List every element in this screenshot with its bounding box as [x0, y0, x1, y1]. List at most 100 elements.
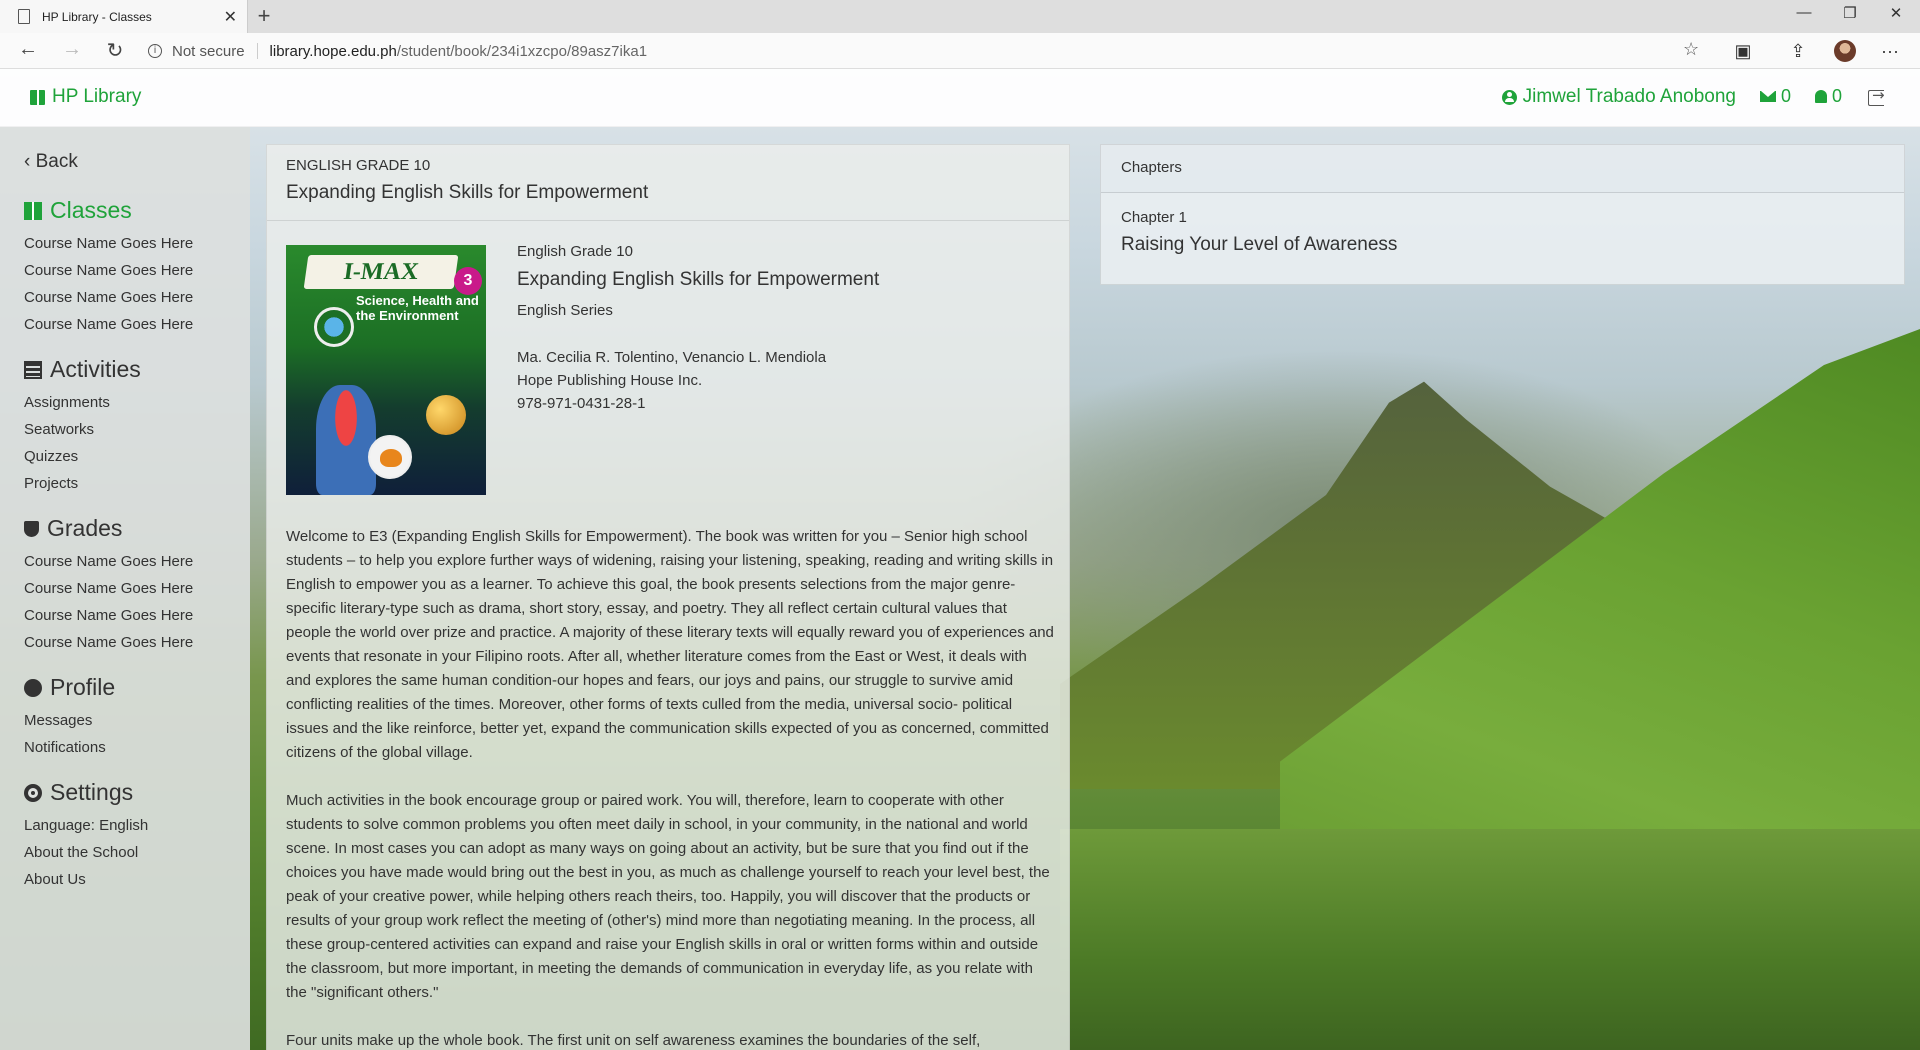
chapter-title: Raising Your Level of Awareness	[1121, 234, 1398, 255]
anatomy-graphic	[316, 385, 376, 495]
brand-name: HP Library	[52, 86, 142, 107]
sidebar-item-language[interactable]: Language: English	[24, 812, 226, 839]
user-circle-icon	[1501, 89, 1517, 105]
sidebar-item-class[interactable]: Course Name Goes Here	[24, 257, 226, 284]
cover-number: 3	[454, 267, 482, 295]
book-icon	[30, 89, 45, 105]
browser-tab[interactable]: HP Library - Classes ✕	[0, 0, 248, 33]
book-panel-header: ENGLISH GRADE 10 Expanding English Skill…	[267, 145, 1069, 221]
chapter-item[interactable]: Chapter 1 Raising Your Level of Awarenes…	[1101, 193, 1904, 272]
sidebar-item-seatworks[interactable]: Seatworks	[24, 416, 226, 443]
profile-avatar[interactable]	[1834, 40, 1856, 62]
url-field[interactable]: i Not secure library.hope.edu.ph/student…	[148, 38, 1718, 64]
forward-arrow-icon[interactable]: →	[58, 38, 86, 61]
sidebar-item-about-us[interactable]: About Us	[24, 866, 226, 893]
book-panel-grade: ENGLISH GRADE 10	[286, 157, 431, 174]
list-icon	[24, 360, 42, 379]
page-icon	[18, 9, 30, 24]
messages-count: 0	[1781, 86, 1792, 106]
settings-section: Settings Language: English About the Sch…	[24, 779, 226, 893]
cover-badge: I-MAX	[303, 255, 459, 289]
restore-icon[interactable]: ❐	[1838, 4, 1862, 22]
description-paragraph: Four units make up the whole book. The f…	[286, 1032, 981, 1049]
info-icon[interactable]: i	[148, 44, 162, 58]
planet-graphic	[426, 395, 466, 435]
trophy-icon	[24, 520, 39, 537]
sidebar-item-class[interactable]: Course Name Goes Here	[24, 230, 226, 257]
notifications-link[interactable]: 0	[1815, 86, 1842, 107]
activities-label: Activities	[50, 356, 141, 382]
sidebar-item-grade[interactable]: Course Name Goes Here	[24, 602, 226, 629]
chapters-header: Chapters	[1101, 145, 1904, 193]
book-grade: English Grade 10	[517, 243, 633, 260]
background-field	[1060, 829, 1920, 1050]
sidebar-item-messages[interactable]: Messages	[24, 707, 226, 734]
sidebar: ‹ Back Classes Course Name Goes Here Cou…	[0, 127, 250, 1050]
divider	[256, 43, 258, 59]
grades-section: Grades Course Name Goes Here Course Name…	[24, 515, 226, 656]
profile-title[interactable]: Profile	[24, 674, 226, 701]
top-navbar: HP Library Jimwel Trabado Anobong 0 0	[0, 69, 1920, 127]
address-bar: ← → ↻ i Not secure library.hope.edu.ph/s…	[0, 33, 1920, 69]
activities-section: Activities Assignments Seatworks Quizzes…	[24, 356, 226, 497]
globe-graphic	[314, 307, 354, 347]
grades-title[interactable]: Grades	[24, 515, 226, 542]
share-icon[interactable]: ⇪	[1788, 41, 1808, 61]
more-icon[interactable]: ···	[1880, 41, 1900, 61]
new-tab-icon[interactable]: +	[252, 3, 276, 29]
profile-section: Profile Messages Notifications	[24, 674, 226, 761]
description-paragraph: Much activities in the book encourage gr…	[286, 792, 1050, 1001]
gear-icon	[24, 783, 42, 802]
sidebar-item-class[interactable]: Course Name Goes Here	[24, 284, 226, 311]
logout-icon[interactable]	[1868, 86, 1885, 106]
cover-subtitle: Science, Health and the Environment	[356, 293, 479, 323]
user-name: Jimwel Trabado Anobong	[1522, 86, 1736, 107]
sidebar-item-notifications[interactable]: Notifications	[24, 734, 226, 761]
url-path: /student/book/234i1xzcpo/89asz7ika1	[396, 42, 648, 60]
grades-label: Grades	[47, 515, 123, 541]
book-authors: Ma. Cecilia R. Tolentino, Venancio L. Me…	[517, 349, 827, 366]
back-arrow-icon[interactable]: ←	[14, 38, 42, 61]
close-tab-icon[interactable]: ✕	[224, 7, 237, 27]
book-series: English Series	[517, 302, 613, 319]
notifications-count: 0	[1832, 86, 1843, 106]
book-panel-title: Expanding English Skills for Empowerment	[286, 182, 649, 203]
classes-label: Classes	[50, 197, 132, 223]
messages-link[interactable]: 0	[1760, 86, 1791, 107]
sidebar-item-assignments[interactable]: Assignments	[24, 389, 226, 416]
url-host: library.hope.edu.ph	[269, 42, 397, 60]
back-label: Back	[35, 151, 78, 172]
sidebar-item-quizzes[interactable]: Quizzes	[24, 443, 226, 470]
close-window-icon[interactable]: ✕	[1884, 4, 1908, 22]
description-paragraph: Welcome to E3 (Expanding English Skills …	[286, 528, 1054, 761]
book-title: Expanding English Skills for Empowerment	[517, 269, 880, 290]
star-icon[interactable]: ☆	[1683, 39, 1699, 60]
user-circle-icon	[24, 678, 42, 697]
tab-title: HP Library - Classes	[42, 9, 152, 24]
sidebar-item-about-school[interactable]: About the School	[24, 839, 226, 866]
sidebar-item-class[interactable]: Course Name Goes Here	[24, 311, 226, 338]
book-panel: ENGLISH GRADE 10 Expanding English Skill…	[266, 144, 1070, 1050]
reload-icon[interactable]: ↻	[101, 38, 129, 63]
chapter-number: Chapter 1	[1121, 209, 1187, 226]
minimize-icon[interactable]: —	[1792, 4, 1816, 21]
user-link[interactable]: Jimwel Trabado Anobong	[1501, 86, 1736, 108]
page: HP Library Jimwel Trabado Anobong 0 0 ‹ …	[0, 69, 1920, 1050]
brand-link[interactable]: HP Library	[30, 86, 141, 108]
back-link[interactable]: ‹ Back	[24, 151, 226, 173]
book-description: Welcome to E3 (Expanding English Skills …	[286, 525, 1056, 1050]
chapters-panel: Chapters Chapter 1 Raising Your Level of…	[1100, 144, 1905, 285]
sidebar-item-grade[interactable]: Course Name Goes Here	[24, 575, 226, 602]
bell-icon	[1815, 90, 1827, 103]
settings-title[interactable]: Settings	[24, 779, 226, 806]
activities-title[interactable]: Activities	[24, 356, 226, 383]
sidebar-item-grade[interactable]: Course Name Goes Here	[24, 548, 226, 575]
book-cover-image: I-MAX 3 Science, Health and the Environm…	[286, 245, 486, 495]
reading-view-icon[interactable]: ▣	[1733, 41, 1753, 61]
book-publisher: Hope Publishing House Inc.	[517, 372, 703, 389]
classes-title[interactable]: Classes	[24, 197, 226, 224]
sidebar-item-projects[interactable]: Projects	[24, 470, 226, 497]
sidebar-item-grade[interactable]: Course Name Goes Here	[24, 629, 226, 656]
book-open-icon	[24, 201, 42, 220]
envelope-icon	[1760, 91, 1776, 102]
